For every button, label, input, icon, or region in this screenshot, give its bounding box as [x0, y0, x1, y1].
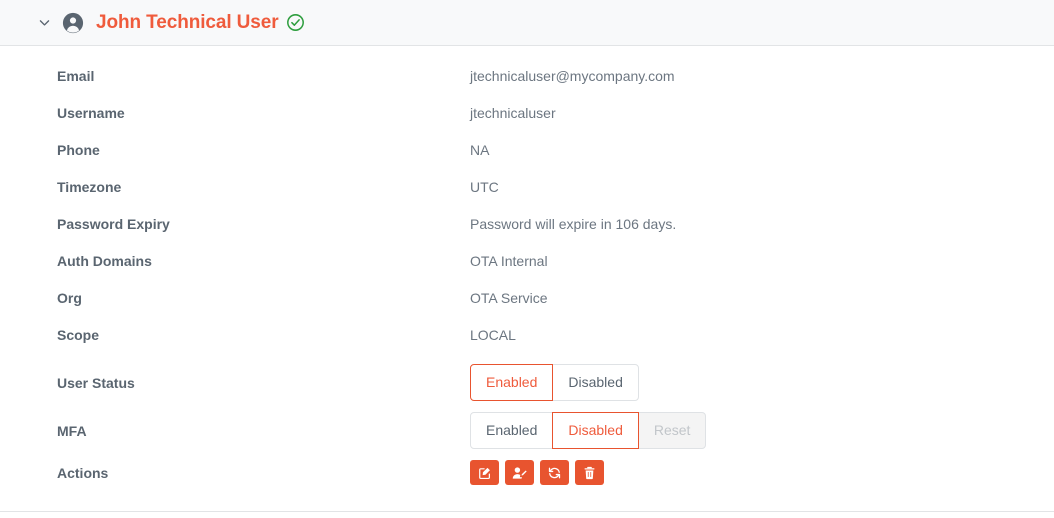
field-label-user-status: User Status — [57, 374, 135, 391]
detail-row: Org OTA Service — [0, 290, 1054, 306]
delete-user-button[interactable] — [575, 460, 604, 485]
field-value: jtechnicaluser@mycompany.com — [470, 68, 675, 84]
detail-row: Password Expiry Password will expire in … — [0, 216, 1054, 232]
user-detail-header: John Technical User — [0, 0, 1054, 46]
edit-icon — [478, 466, 492, 480]
chevron-down-icon[interactable] — [34, 13, 54, 33]
detail-row-actions: Actions — [0, 460, 1054, 485]
field-label: Auth Domains — [57, 253, 152, 269]
user-detail-body: Email jtechnicaluser@mycompany.com Usern… — [0, 46, 1054, 512]
mfa-reset-button: Reset — [637, 412, 707, 449]
detail-row: Timezone UTC — [0, 179, 1054, 195]
user-avatar-icon — [62, 12, 84, 34]
field-value: LOCAL — [470, 327, 516, 343]
detail-row: Username jtechnicaluser — [0, 105, 1054, 121]
field-value: UTC — [470, 179, 499, 195]
check-circle-icon — [286, 13, 305, 32]
edit-user-button[interactable] — [470, 460, 499, 485]
page-title: John Technical User — [96, 11, 279, 33]
field-value: OTA Internal — [470, 253, 548, 269]
detail-row: Email jtechnicaluser@mycompany.com — [0, 68, 1054, 84]
user-status-enabled-button[interactable]: Enabled — [470, 364, 554, 401]
detail-row: Phone NA — [0, 142, 1054, 158]
mfa-disabled-button[interactable]: Disabled — [552, 412, 639, 449]
field-label: Phone — [57, 142, 100, 158]
sync-icon — [547, 466, 562, 480]
field-value: Password will expire in 106 days. — [470, 216, 677, 232]
field-label: Org — [57, 290, 82, 306]
field-label: Username — [57, 105, 125, 121]
detail-row-mfa: MFA Enabled Disabled Reset — [0, 412, 1054, 449]
field-label: Email — [57, 68, 95, 84]
field-label: Password Expiry — [57, 216, 170, 232]
field-label: Scope — [57, 327, 100, 343]
detail-row: Scope LOCAL — [0, 327, 1054, 343]
mfa-button-group[interactable]: Enabled Disabled Reset — [470, 412, 707, 449]
field-value: NA — [470, 142, 490, 158]
field-label: Timezone — [57, 179, 122, 195]
detail-row: Auth Domains OTA Internal — [0, 253, 1054, 269]
sync-user-button[interactable] — [540, 460, 569, 485]
field-value: jtechnicaluser — [470, 105, 556, 121]
edit-user-profile-button[interactable] — [505, 460, 534, 485]
field-label-mfa: MFA — [57, 422, 87, 439]
mfa-enabled-button[interactable]: Enabled — [470, 412, 554, 449]
field-label-actions: Actions — [57, 464, 109, 481]
field-value: OTA Service — [470, 290, 548, 306]
detail-row-user-status: User Status Enabled Disabled — [0, 364, 1054, 401]
user-status-disabled-button[interactable]: Disabled — [552, 364, 639, 401]
user-edit-icon — [512, 466, 527, 480]
trash-icon — [583, 466, 596, 480]
action-button-bar — [470, 460, 604, 485]
user-status-button-group[interactable]: Enabled Disabled — [470, 364, 639, 401]
